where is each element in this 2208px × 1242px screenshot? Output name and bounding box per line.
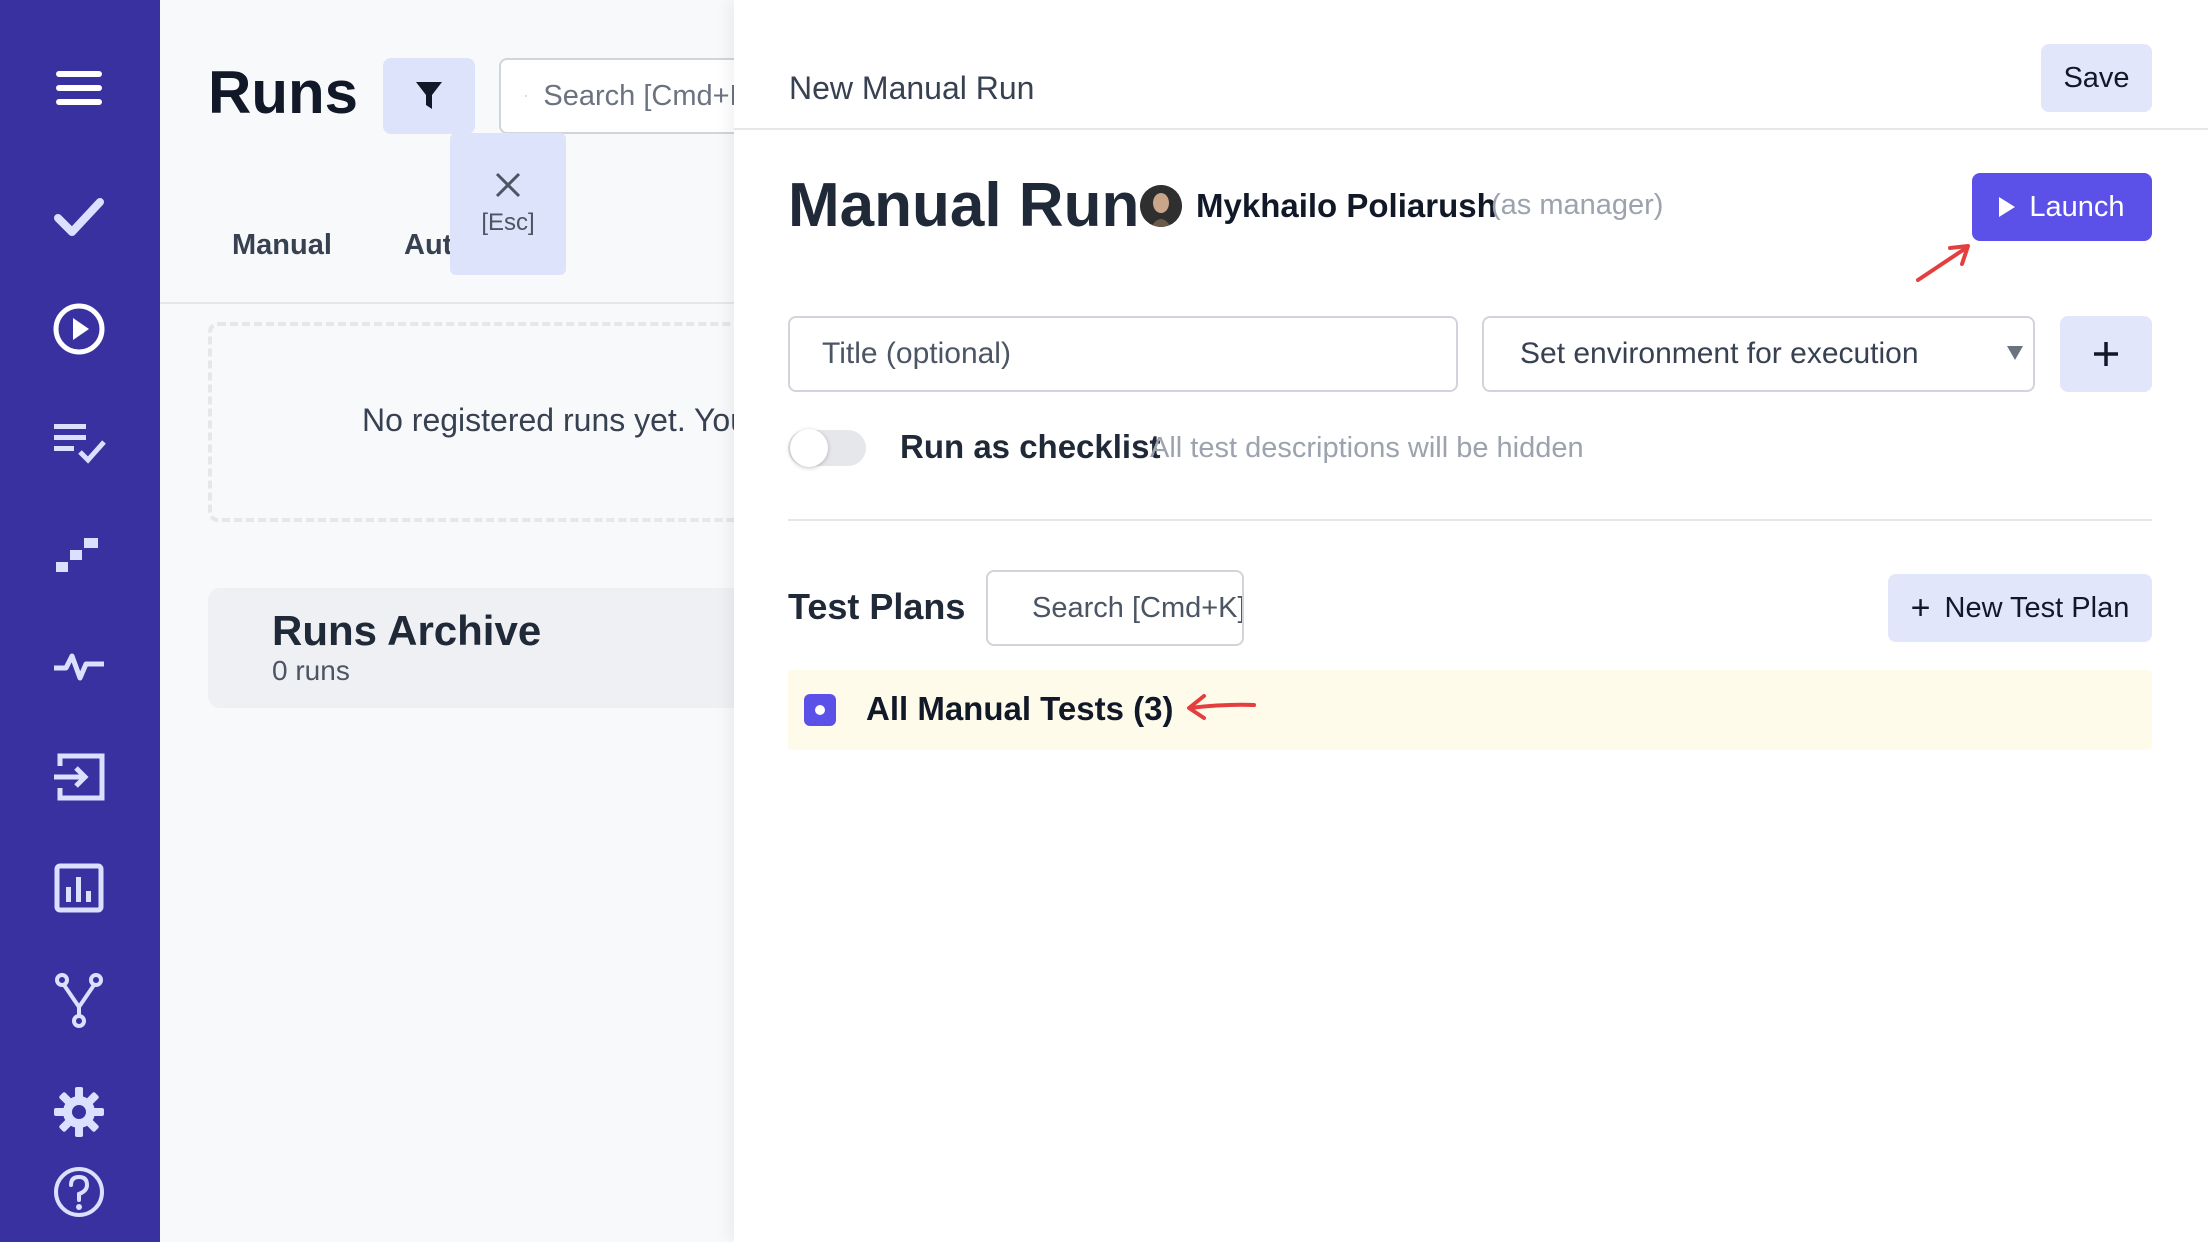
runs-search-input[interactable]: Search [Cmd+K] — [499, 58, 759, 134]
checklist-hint: All test descriptions will be hidden — [1150, 432, 1584, 464]
environment-placeholder: Set environment for execution — [1520, 337, 1919, 370]
run-title: Manual Run — [788, 171, 1140, 240]
annotation-arrow-launch — [1916, 244, 1970, 282]
test-plans-search-input[interactable]: Search [Cmd+K] — [986, 570, 1244, 646]
title-input[interactable] — [788, 316, 1458, 392]
test-plan-row[interactable]: All Manual Tests (3) — [788, 670, 2152, 750]
steps-icon[interactable] — [48, 522, 110, 584]
sidebar — [0, 0, 160, 1242]
toggle-knob — [790, 429, 828, 467]
save-button[interactable]: Save — [2041, 44, 2152, 112]
analytics-icon[interactable] — [48, 857, 110, 919]
avatar — [1140, 185, 1182, 227]
annotation-arrow-plan — [1187, 694, 1256, 720]
search-icon — [525, 94, 528, 98]
archive-count: 0 runs — [272, 655, 350, 686]
new-plan-label: New Test Plan — [1944, 591, 2130, 624]
checkmark-icon[interactable] — [48, 186, 110, 248]
chevron-down-icon — [2007, 346, 2023, 360]
archive-title: Runs Archive — [272, 607, 542, 654]
add-environment-button[interactable] — [2060, 316, 2152, 392]
gear-icon[interactable] — [48, 1081, 110, 1143]
empty-state-text: No registered runs yet. You — [362, 402, 749, 438]
esc-hint: [Esc] — [481, 209, 535, 236]
launch-label: Launch — [2029, 190, 2125, 223]
play-circle-icon[interactable] — [48, 298, 110, 360]
radio-dot — [815, 705, 825, 715]
launch-button[interactable]: Launch — [1972, 173, 2152, 241]
filter-icon — [416, 82, 442, 109]
filter-button[interactable] — [383, 58, 475, 134]
branch-icon[interactable] — [48, 969, 110, 1031]
section-divider — [788, 519, 2152, 521]
plan-radio[interactable] — [804, 694, 836, 726]
plus-icon — [2094, 342, 2118, 366]
checklist-label: Run as checklist — [900, 428, 1161, 465]
close-icon — [495, 172, 521, 198]
plan-label: All Manual Tests (3) — [866, 690, 1174, 727]
list-check-icon[interactable] — [48, 410, 110, 472]
test-plans-label: Test Plans — [788, 586, 966, 627]
page-title: Runs — [208, 59, 358, 126]
tabs-divider — [160, 302, 735, 304]
play-icon — [1999, 197, 2016, 217]
menu-icon[interactable] — [48, 57, 110, 119]
new-manual-run-panel: New Manual Run Save Manual Run Mykhailo … — [734, 0, 2208, 1242]
new-test-plan-button[interactable]: + New Test Plan — [1888, 574, 2152, 642]
pulse-icon[interactable] — [48, 634, 110, 696]
import-icon[interactable] — [48, 746, 110, 808]
runs-page: Runs Search [Cmd+K] Manual Automated No … — [160, 0, 768, 1242]
header-divider — [734, 128, 2208, 130]
environment-select[interactable]: Set environment for execution — [1482, 316, 2035, 392]
panel-header-title: New Manual Run — [789, 70, 1035, 106]
search-placeholder: Search [Cmd+K] — [543, 79, 757, 112]
tab-manual[interactable]: Manual — [232, 229, 332, 262]
run-as-checklist-toggle[interactable] — [788, 429, 866, 467]
plans-search-placeholder: Search [Cmd+K] — [1032, 591, 1244, 624]
plus-icon: + — [1910, 588, 1931, 627]
help-icon[interactable] — [48, 1161, 110, 1223]
user-role: (as manager) — [1491, 189, 1664, 221]
close-panel-button[interactable]: [Esc] — [450, 133, 566, 275]
user-name: Mykhailo Poliarush — [1196, 187, 1497, 224]
